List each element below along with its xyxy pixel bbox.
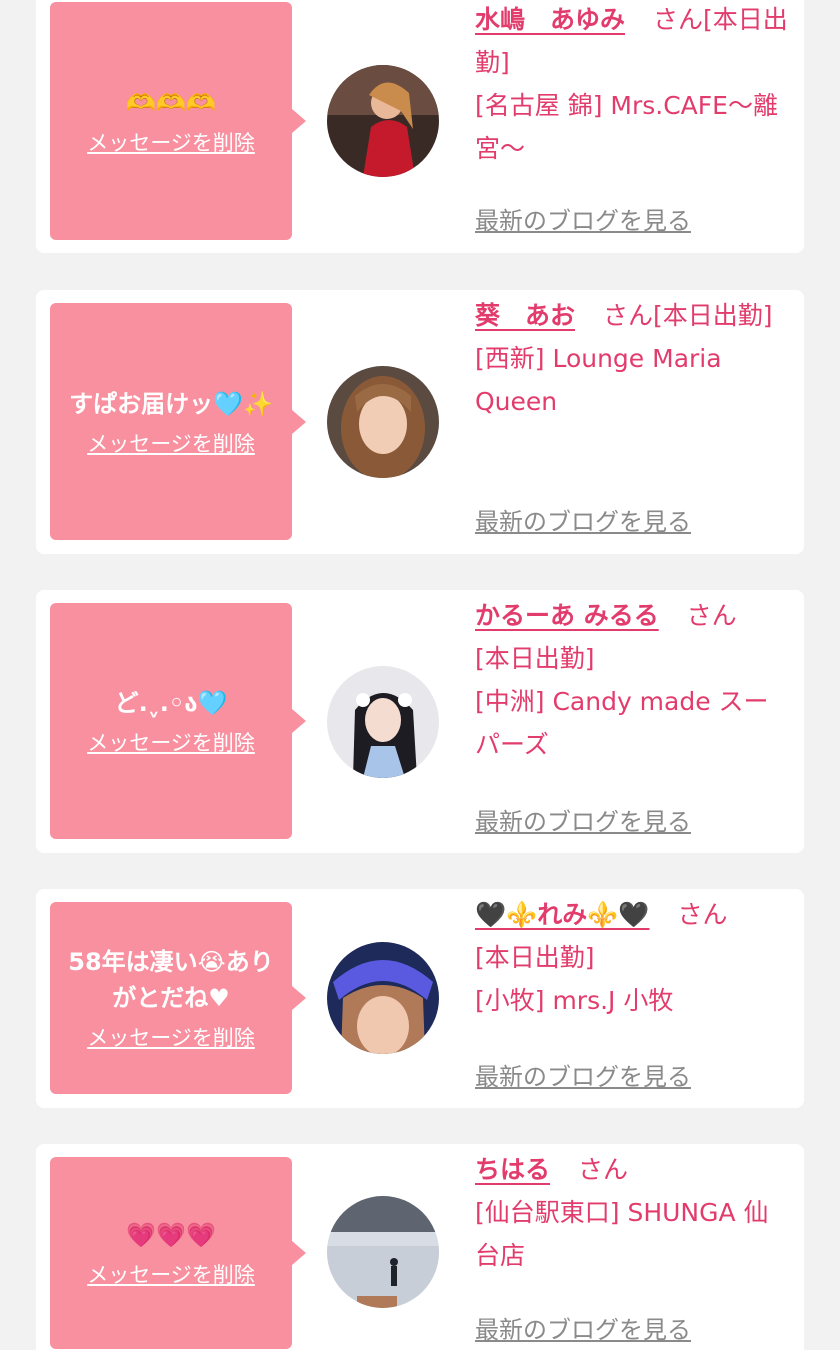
cast-info: ちはる さん [仙台駅東口] SHUNGA 仙台店 <box>475 1148 791 1277</box>
avatar[interactable] <box>327 1196 439 1308</box>
cast-name-link[interactable]: 水嶋 あゆみ <box>475 5 625 34</box>
avatar[interactable] <box>327 666 439 778</box>
honorific: さん <box>602 301 653 330</box>
message-bubble: ど.ˬ.◦ა🩵 メッセージを削除 <box>50 603 306 839</box>
message-card: ど.ˬ.◦ა🩵 メッセージを削除 かるーあ みるる さん [本日出勤] [中洲]… <box>36 590 804 853</box>
message-card: すぱお届けッ🩵✨ メッセージを削除 葵 あお さん[本日出勤] [西新] Lou… <box>36 290 804 554</box>
cast-info: 水嶋 あゆみ さん[本日出勤] [名古屋 錦] Mrs.CAFE〜離宮〜 <box>475 0 791 170</box>
latest-blog-link[interactable]: 最新のブログを見る <box>475 201 691 236</box>
delete-message-link[interactable]: メッセージを削除 <box>87 428 255 458</box>
message-card: 58年は凄い😭ありがとだね♥ メッセージを削除 🖤⚜️れみ⚜️🖤 さん [本日出… <box>36 889 804 1108</box>
cast-name-link[interactable]: 葵 あお <box>475 301 575 330</box>
message-bubble: 💗💗💗 メッセージを削除 <box>50 1157 306 1349</box>
delete-message-link[interactable]: メッセージを削除 <box>87 1259 255 1289</box>
message-bubble: 🫶🫶🫶 メッセージを削除 <box>50 2 306 240</box>
honorific: さん <box>686 601 737 630</box>
message-text: 58年は凄い😭ありがとだね♥ <box>68 948 274 1012</box>
delete-message-link[interactable]: メッセージを削除 <box>87 1022 255 1052</box>
avatar[interactable] <box>327 366 439 478</box>
cast-name-link[interactable]: ちはる <box>475 1155 550 1184</box>
avatar[interactable] <box>327 65 439 177</box>
shop-name: [小牧] mrs.J 小牧 <box>475 986 674 1015</box>
latest-blog-link[interactable]: 最新のブログを見る <box>475 802 691 837</box>
latest-blog-link[interactable]: 最新のブログを見る <box>475 1310 691 1345</box>
shop-name: [中洲] Candy made スーパーズ <box>475 687 769 759</box>
cast-info: 🖤⚜️れみ⚜️🖤 さん [本日出勤] [小牧] mrs.J 小牧 <box>475 893 791 1022</box>
honorific: さん <box>577 1155 628 1184</box>
shop-name: [仙台駅東口] SHUNGA 仙台店 <box>475 1198 769 1270</box>
honorific: さん <box>677 900 728 929</box>
cast-info: 葵 あお さん[本日出勤] [西新] Lounge Maria Queen <box>475 294 791 423</box>
shop-name: [名古屋 錦] Mrs.CAFE〜離宮〜 <box>475 91 778 163</box>
honorific: さん <box>652 5 703 34</box>
message-text: 💗💗💗 <box>126 1221 216 1249</box>
latest-blog-link[interactable]: 最新のブログを見る <box>475 1057 691 1092</box>
latest-blog-link[interactable]: 最新のブログを見る <box>475 502 691 537</box>
shop-name: [西新] Lounge Maria Queen <box>475 344 722 416</box>
cast-name-link[interactable]: 🖤⚜️れみ⚜️🖤 <box>475 900 650 929</box>
message-card: 💗💗💗 メッセージを削除 ちはる さん [仙台駅東口] SHUNGA 仙台店 最… <box>36 1144 804 1350</box>
message-text: ど.ˬ.◦ა🩵 <box>114 689 228 717</box>
attendance-status: [本日出勤] <box>475 644 595 673</box>
delete-message-link[interactable]: メッセージを削除 <box>87 127 255 157</box>
delete-message-link[interactable]: メッセージを削除 <box>87 727 255 757</box>
message-bubble: 58年は凄い😭ありがとだね♥ メッセージを削除 <box>50 902 306 1094</box>
cast-name-link[interactable]: かるーあ みるる <box>475 601 659 630</box>
message-card: 🫶🫶🫶 メッセージを削除 水嶋 あゆみ さん[本日出勤] [名古屋 錦] Mrs… <box>36 0 804 253</box>
message-text: 🫶🫶🫶 <box>126 89 216 117</box>
message-text: すぱお届けッ🩵✨ <box>69 389 273 418</box>
message-bubble: すぱお届けッ🩵✨ メッセージを削除 <box>50 303 306 540</box>
cast-info: かるーあ みるる さん [本日出勤] [中洲] Candy made スーパーズ <box>475 594 791 766</box>
attendance-status: [本日出勤] <box>475 943 595 972</box>
attendance-status: [本日出勤] <box>652 301 773 330</box>
avatar[interactable] <box>327 942 439 1054</box>
